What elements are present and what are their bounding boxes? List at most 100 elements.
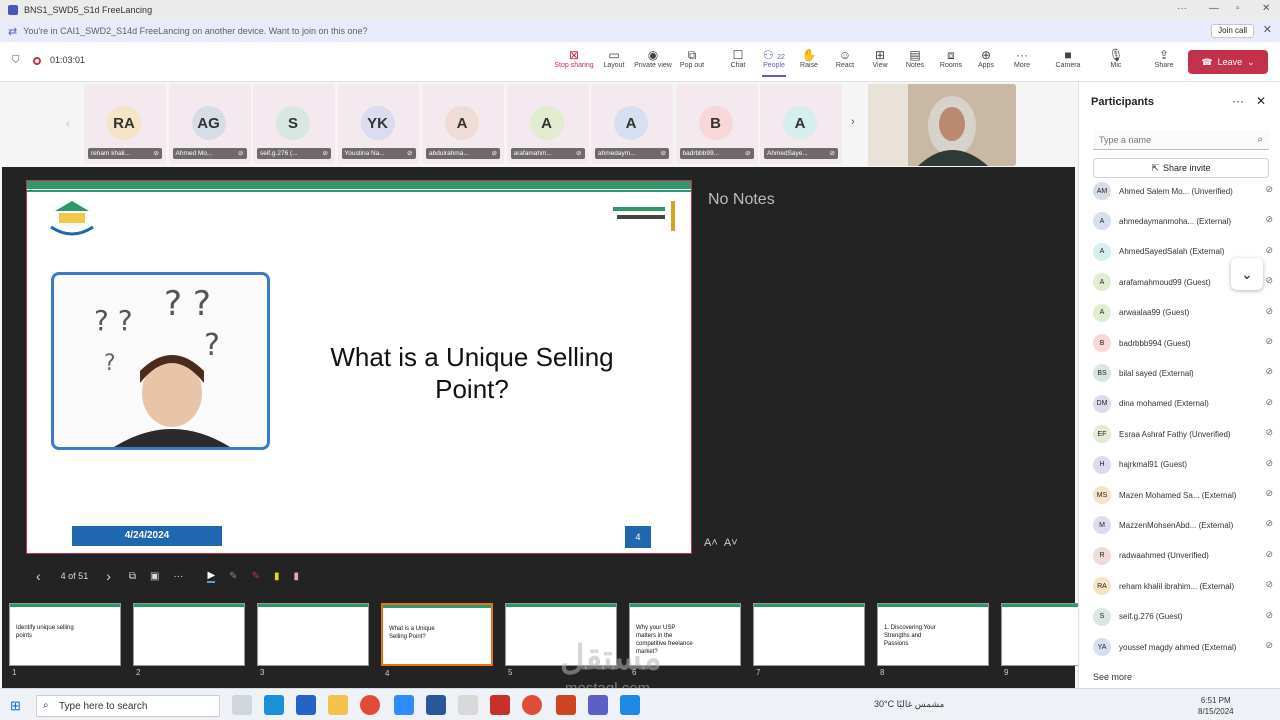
react-button[interactable]: ☺ React	[825, 48, 865, 69]
zoom-icon[interactable]	[394, 695, 414, 715]
participant-row[interactable]: AM Ahmed Salem Mo... (Unverified) ⊘	[1093, 181, 1273, 201]
close-banner-icon[interactable]: ✕	[1263, 23, 1272, 36]
powerpoint-icon[interactable]	[556, 695, 576, 715]
participant-row[interactable]: Sseif.g.276 (Guest) ⊘	[1093, 607, 1273, 627]
close-window-icon[interactable]: ✕	[1262, 3, 1270, 14]
slide-thumbnail[interactable]: 3	[257, 603, 369, 677]
floating-chevron-button[interactable]: ⌄	[1231, 258, 1263, 290]
avatar: RA	[1093, 577, 1111, 596]
participant-tile[interactable]: Sseif.g.276 (... ⊘	[253, 84, 335, 164]
participant-row[interactable]: M MazzenMohsenAbd... (External) ⊘	[1093, 515, 1273, 535]
participant-name: MazzenMohsenAbd... (External)	[1119, 520, 1234, 530]
participant-row[interactable]: Bbadrbbb994 (Guest) ⊘	[1093, 333, 1273, 353]
panel-more-icon[interactable]: ···	[1232, 94, 1244, 108]
slide-thumbnail[interactable]: 1. Discovering Your Strengths and Passio…	[877, 603, 989, 677]
slide-thumbnail[interactable]: 2	[133, 603, 245, 677]
chrome-icon[interactable]	[360, 695, 380, 715]
participant-row[interactable]: YA youssef magdy ahmed (External) ⊘	[1093, 637, 1273, 657]
teams-taskbar-icon[interactable]	[588, 695, 608, 715]
weather-widget[interactable]: 30°C مشمس غالبًا	[874, 699, 944, 710]
participant-row[interactable]: BS bilal sayed (External) ⊘	[1093, 363, 1273, 383]
join-call-button[interactable]: Join call	[1211, 24, 1254, 38]
edge-icon[interactable]	[264, 695, 284, 715]
more-options-icon[interactable]: ···	[173, 571, 183, 582]
participant-tile[interactable]: YK Youstina Na... ⊘	[337, 84, 420, 164]
more-icon[interactable]: ···	[1177, 3, 1187, 14]
participant-tile[interactable]: Aarafamahm... ⊘	[506, 84, 589, 164]
mic-button[interactable]: 🎙 Mic	[1096, 48, 1136, 69]
participant-row[interactable]: EF Esraa Ashraf Fathy (Unverified) ⊘	[1093, 424, 1273, 444]
apps-button[interactable]: ⊕ Apps	[966, 48, 1006, 69]
avatar: B	[698, 106, 733, 140]
minimize-icon[interactable]: —	[1209, 3, 1219, 14]
more-button[interactable]: ··· More	[1002, 48, 1042, 69]
chat-button[interactable]: ☐ Chat	[718, 48, 758, 69]
thumbnail-number: 9	[1004, 668, 1009, 677]
chevron-left-icon[interactable]: ‹	[66, 118, 70, 130]
participant-tile[interactable]: Aabdulrahma... ⊘	[422, 84, 504, 164]
participant-search-input[interactable]: Type a name ⌕	[1093, 130, 1269, 150]
mic-off-icon: ⊘	[1265, 579, 1273, 590]
taskbar-search-input[interactable]: ⌕ Type here to search	[36, 695, 220, 717]
pen-icon[interactable]: ✎	[229, 571, 237, 582]
close-panel-icon[interactable]: ✕	[1256, 94, 1266, 108]
word-icon[interactable]	[426, 695, 446, 715]
pop-out-label: Pop out	[679, 62, 705, 69]
participant-row[interactable]: RA reham khalil ibrahim... (External) ⊘	[1093, 576, 1273, 596]
pop-out-button[interactable]: ⧉ Pop out	[672, 48, 712, 69]
next-slide-icon[interactable]: ›	[106, 568, 111, 584]
participant-row[interactable]: Aahmedaymanmoha... (External) ⊘	[1093, 211, 1273, 231]
see-more-link[interactable]: See more	[1093, 672, 1132, 682]
participant-name: reham khalil ibrahim... (External)	[1119, 581, 1235, 591]
notes-button[interactable]: ▤ Notes	[895, 48, 935, 69]
eye-icon: ◉	[647, 48, 659, 62]
participant-tile[interactable]: AG Ahmed Mo... ⊘	[168, 84, 251, 164]
leave-button[interactable]: ☎ Leave ⌄	[1188, 50, 1268, 74]
snip-icon[interactable]	[620, 695, 640, 715]
file-explorer-icon[interactable]	[328, 695, 348, 715]
windows-start-icon[interactable]: ⊞	[10, 698, 21, 714]
participant-row[interactable]: Aarwaalaa99 (Guest) ⊘	[1093, 303, 1273, 323]
participant-tile[interactable]: A AhmedSaye... ⊘	[760, 84, 842, 164]
clock[interactable]: 6:51 PM 8/15/2024	[1198, 695, 1234, 717]
participant-tile[interactable]: Aahmedaym... ⊘	[591, 84, 673, 164]
chrome-profile-icon[interactable]	[522, 695, 542, 715]
participant-row[interactable]: DM dina mohamed (External) ⊘	[1093, 394, 1273, 414]
eraser-icon[interactable]: ▮	[293, 571, 299, 582]
share-invite-button[interactable]: ⇱ Share invite	[1093, 158, 1269, 178]
layout-button[interactable]: ▭ Layout	[594, 48, 634, 69]
participant-name: AhmedSayedSalah (External)	[1119, 247, 1225, 257]
pointer-icon[interactable]: ▶	[207, 570, 216, 583]
acrobat-icon[interactable]	[490, 695, 510, 715]
camera-button[interactable]: ■ Camera	[1048, 48, 1088, 69]
highlighter-icon[interactable]: ▮	[274, 571, 280, 582]
people-button[interactable]: ⚇ 22 People	[754, 48, 794, 77]
participant-tile[interactable]: Bbadrbbb99... ⊘	[675, 84, 758, 164]
participant-row[interactable]: Rradwaahmed (Unverified) ⊘	[1093, 546, 1273, 566]
app-icon[interactable]	[458, 695, 478, 715]
stop-sharing-button[interactable]: ⊠ Stop sharing	[554, 48, 594, 69]
participant-tile[interactable]: RA reham khali... ⊘	[84, 84, 166, 164]
maximize-icon[interactable]: ▫	[1236, 3, 1240, 14]
font-size-controls[interactable]: A˄ A˅	[704, 537, 738, 549]
slide-thumbnail[interactable]: Identify unique selling points 1	[9, 603, 121, 677]
screen-icon[interactable]: ▣	[150, 571, 159, 582]
red-pen-icon[interactable]: ✎	[252, 571, 260, 582]
share-button[interactable]: ⇪ Share	[1144, 48, 1184, 69]
private-view-button[interactable]: ◉ Private view	[633, 48, 673, 69]
previous-slide-icon[interactable]: ‹	[36, 568, 41, 584]
shield-icon[interactable]: ⛉	[12, 55, 20, 66]
chat-icon: ☐	[732, 48, 744, 62]
slide-grid-icon[interactable]: ⧉	[129, 571, 136, 582]
participant-row[interactable]: Hhajrkmal91 (Guest) ⊘	[1093, 455, 1273, 475]
self-video-tile[interactable]	[868, 84, 1016, 166]
view-button[interactable]: ⊞ View	[860, 48, 900, 69]
rooms-button[interactable]: ⧈ Rooms	[931, 48, 971, 69]
task-view-icon[interactable]	[232, 695, 252, 715]
slide-thumbnail[interactable]: What is a Unique Selling Point? 4	[381, 603, 493, 678]
chevron-right-icon[interactable]: ›	[851, 116, 855, 128]
participant-row[interactable]: MS Mazen Mohamed Sa... (External) ⊘	[1093, 485, 1273, 505]
slide-thumbnail[interactable]: 7	[753, 603, 865, 677]
raise-hand-button[interactable]: ✋ Raise	[789, 48, 829, 69]
mail-icon[interactable]	[296, 695, 316, 715]
